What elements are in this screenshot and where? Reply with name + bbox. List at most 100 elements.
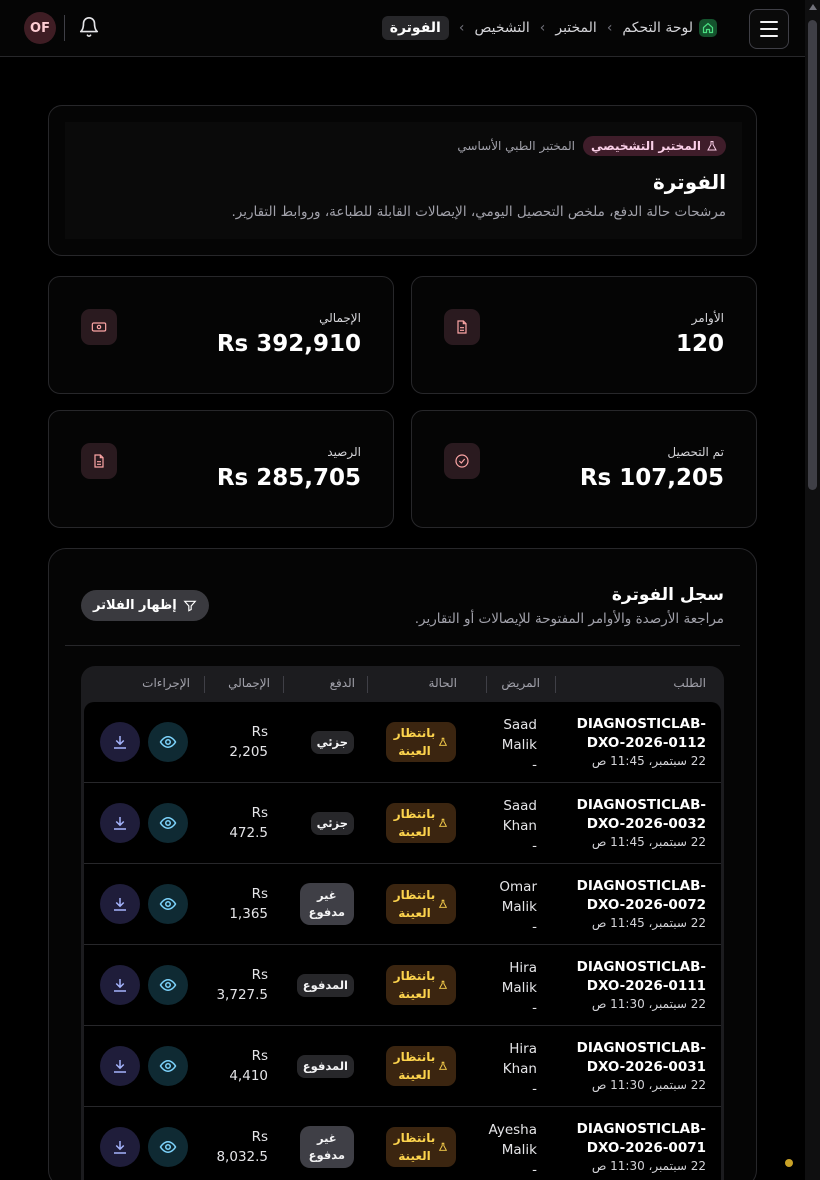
order-id[interactable]: DIAGNOSTICLAB- DXO-2026-0112 [577, 715, 706, 753]
scroll-thumb[interactable] [808, 20, 817, 490]
view-button[interactable] [148, 965, 188, 1005]
status-badge: بانتظار العينة [386, 884, 456, 924]
payment-cell: المدفوع [296, 1026, 354, 1106]
chevron-left-icon: ‹ [606, 20, 613, 36]
column-header-patient[interactable]: المريض [501, 676, 540, 690]
flask-icon [439, 1142, 448, 1151]
download-icon [114, 817, 126, 830]
patient-cell: Ayesha Malik - [488, 1122, 537, 1178]
order-date: 22 سبتمبر، 11:45 ص [591, 835, 706, 849]
breadcrumb-label: المختبر [555, 20, 597, 36]
payment-cell: جزئي [298, 783, 354, 863]
breadcrumb-label: التشخيص [474, 20, 530, 36]
breadcrumb-lab[interactable]: المختبر [555, 20, 596, 36]
stat-label: الرصيد [327, 445, 361, 459]
view-button[interactable] [148, 803, 188, 843]
table-row[interactable]: DIAGNOSTICLAB- DXO-2026-0032 22 سبتمبر، 1… [84, 783, 721, 864]
page-header-card: المختبر التشخيصي المختبر الطبي الأساسي ا… [48, 105, 757, 256]
column-header-order[interactable]: الطلب [673, 676, 706, 690]
view-button[interactable] [148, 722, 188, 762]
download-button[interactable] [100, 722, 140, 762]
lab-type-badge: المختبر التشخيصي [583, 136, 726, 156]
download-button[interactable] [100, 1127, 140, 1167]
check-circle-icon [444, 443, 480, 479]
order-cell: DIAGNOSTICLAB- DXO-2026-0112 22 سبتمبر، 1… [577, 715, 706, 769]
status-badge: بانتظار العينة [386, 803, 456, 843]
billing-ledger: سجل الفوترة مراجعة الأرصدة والأوامر المف… [48, 548, 757, 1180]
menu-button[interactable] [749, 9, 789, 49]
status-badge: بانتظار العينة [386, 722, 456, 762]
order-date: 22 سبتمبر، 11:45 ص [591, 754, 706, 768]
stat-card-collected: تم التحصيل Rs 107,205 [411, 410, 757, 528]
breadcrumb-diagnostics[interactable]: التشخيص [474, 20, 529, 36]
header-badges: المختبر التشخيصي المختبر الطبي الأساسي [457, 136, 726, 156]
column-header-status[interactable]: الحالة [429, 676, 457, 690]
table-row[interactable]: DIAGNOSTICLAB- DXO-2026-0112 22 سبتمبر، 1… [84, 702, 721, 783]
download-button[interactable] [100, 803, 140, 843]
eye-icon [159, 1059, 177, 1073]
view-button[interactable] [148, 884, 188, 924]
download-icon [114, 1060, 126, 1073]
table-body: DIAGNOSTICLAB- DXO-2026-0112 22 سبتمبر، 1… [84, 702, 721, 1180]
chevron-left-icon: ‹ [458, 20, 465, 36]
breadcrumb-dashboard[interactable]: لوحة التحكم [622, 19, 717, 37]
page-scrollbar[interactable] [805, 0, 820, 1180]
column-header-total[interactable]: الإجمالي [228, 676, 270, 690]
order-date: 22 سبتمبر، 11:45 ص [591, 916, 706, 930]
show-filters-button[interactable]: إظهار الفلاتر [81, 590, 209, 621]
order-id[interactable]: DIAGNOSTICLAB- DXO-2026-0072 [577, 877, 706, 915]
download-icon [114, 898, 126, 911]
status-badge: بانتظار العينة [386, 965, 456, 1005]
payment-cell: غير مدفوع [298, 864, 354, 944]
download-icon [114, 979, 126, 992]
payment-cell: غير مدفوع [298, 1107, 354, 1180]
home-icon [699, 19, 717, 37]
table-header: الطلب المريض الحالة الدفع الإجمالي الإجر… [81, 666, 724, 702]
status-badge: بانتظار العينة [386, 1046, 456, 1086]
scroll-up-icon[interactable] [809, 4, 817, 10]
total-cell: Rs 4,410 [229, 1048, 268, 1084]
breadcrumb-label: لوحة التحكم [622, 20, 693, 36]
table-row[interactable]: DIAGNOSTICLAB- DXO-2026-0111 22 سبتمبر، 1… [84, 945, 721, 1026]
patient-cell: Hira Khan - [502, 1041, 537, 1097]
download-button[interactable] [100, 1046, 140, 1086]
download-button[interactable] [100, 965, 140, 1005]
order-cell: DIAGNOSTICLAB- DXO-2026-0031 22 سبتمبر، 1… [577, 1039, 706, 1093]
eye-icon [159, 735, 177, 749]
table-row[interactable]: DIAGNOSTICLAB- DXO-2026-0031 22 سبتمبر، 1… [84, 1026, 721, 1107]
view-button[interactable] [148, 1046, 188, 1086]
order-id[interactable]: DIAGNOSTICLAB- DXO-2026-0031 [577, 1039, 706, 1077]
flask-icon [707, 141, 717, 151]
order-cell: DIAGNOSTICLAB- DXO-2026-0032 22 سبتمبر، 1… [577, 796, 706, 850]
page-header: المختبر التشخيصي المختبر الطبي الأساسي ا… [65, 122, 742, 239]
breadcrumb: لوحة التحكم ‹ المختبر ‹ التشخيص ‹ الفوتر… [381, 14, 717, 42]
lab-name: المختبر الطبي الأساسي [457, 139, 575, 153]
flask-icon [439, 980, 448, 989]
page-subtitle: مرشحات حالة الدفع، ملخص التحصيل اليومي، … [231, 204, 726, 220]
divider [65, 645, 740, 646]
document-icon [444, 309, 480, 345]
order-id[interactable]: DIAGNOSTICLAB- DXO-2026-0071 [577, 1120, 706, 1158]
order-id[interactable]: DIAGNOSTICLAB- DXO-2026-0032 [577, 796, 706, 834]
stat-value: 120 [675, 331, 724, 357]
stat-label: تم التحصيل [667, 445, 724, 459]
column-header-actions: الإجراءات [142, 676, 190, 690]
stat-label: الإجمالي [319, 311, 361, 325]
avatar[interactable]: OF [24, 12, 56, 44]
order-cell: DIAGNOSTICLAB- DXO-2026-0072 22 سبتمبر، 1… [577, 877, 706, 931]
download-icon [114, 1141, 126, 1154]
filter-icon [183, 600, 197, 612]
payment-badge: جزئي [310, 811, 354, 835]
download-button[interactable] [100, 884, 140, 924]
order-cell: DIAGNOSTICLAB- DXO-2026-0111 22 سبتمبر، 1… [577, 958, 706, 1012]
bell-icon[interactable] [78, 16, 100, 38]
order-id[interactable]: DIAGNOSTICLAB- DXO-2026-0111 [577, 958, 706, 996]
column-header-payment[interactable]: الدفع [330, 676, 355, 690]
total-cell: Rs 3,727.5 [216, 967, 268, 1003]
ledger-title: سجل الفوترة [611, 585, 724, 605]
view-button[interactable] [148, 1127, 188, 1167]
table-row[interactable]: DIAGNOSTICLAB- DXO-2026-0071 22 سبتمبر، 1… [84, 1107, 721, 1180]
table-row[interactable]: DIAGNOSTICLAB- DXO-2026-0072 22 سبتمبر، 1… [84, 864, 721, 945]
payment-badge: المدفوع [296, 1054, 354, 1078]
topbar-divider [64, 15, 65, 41]
